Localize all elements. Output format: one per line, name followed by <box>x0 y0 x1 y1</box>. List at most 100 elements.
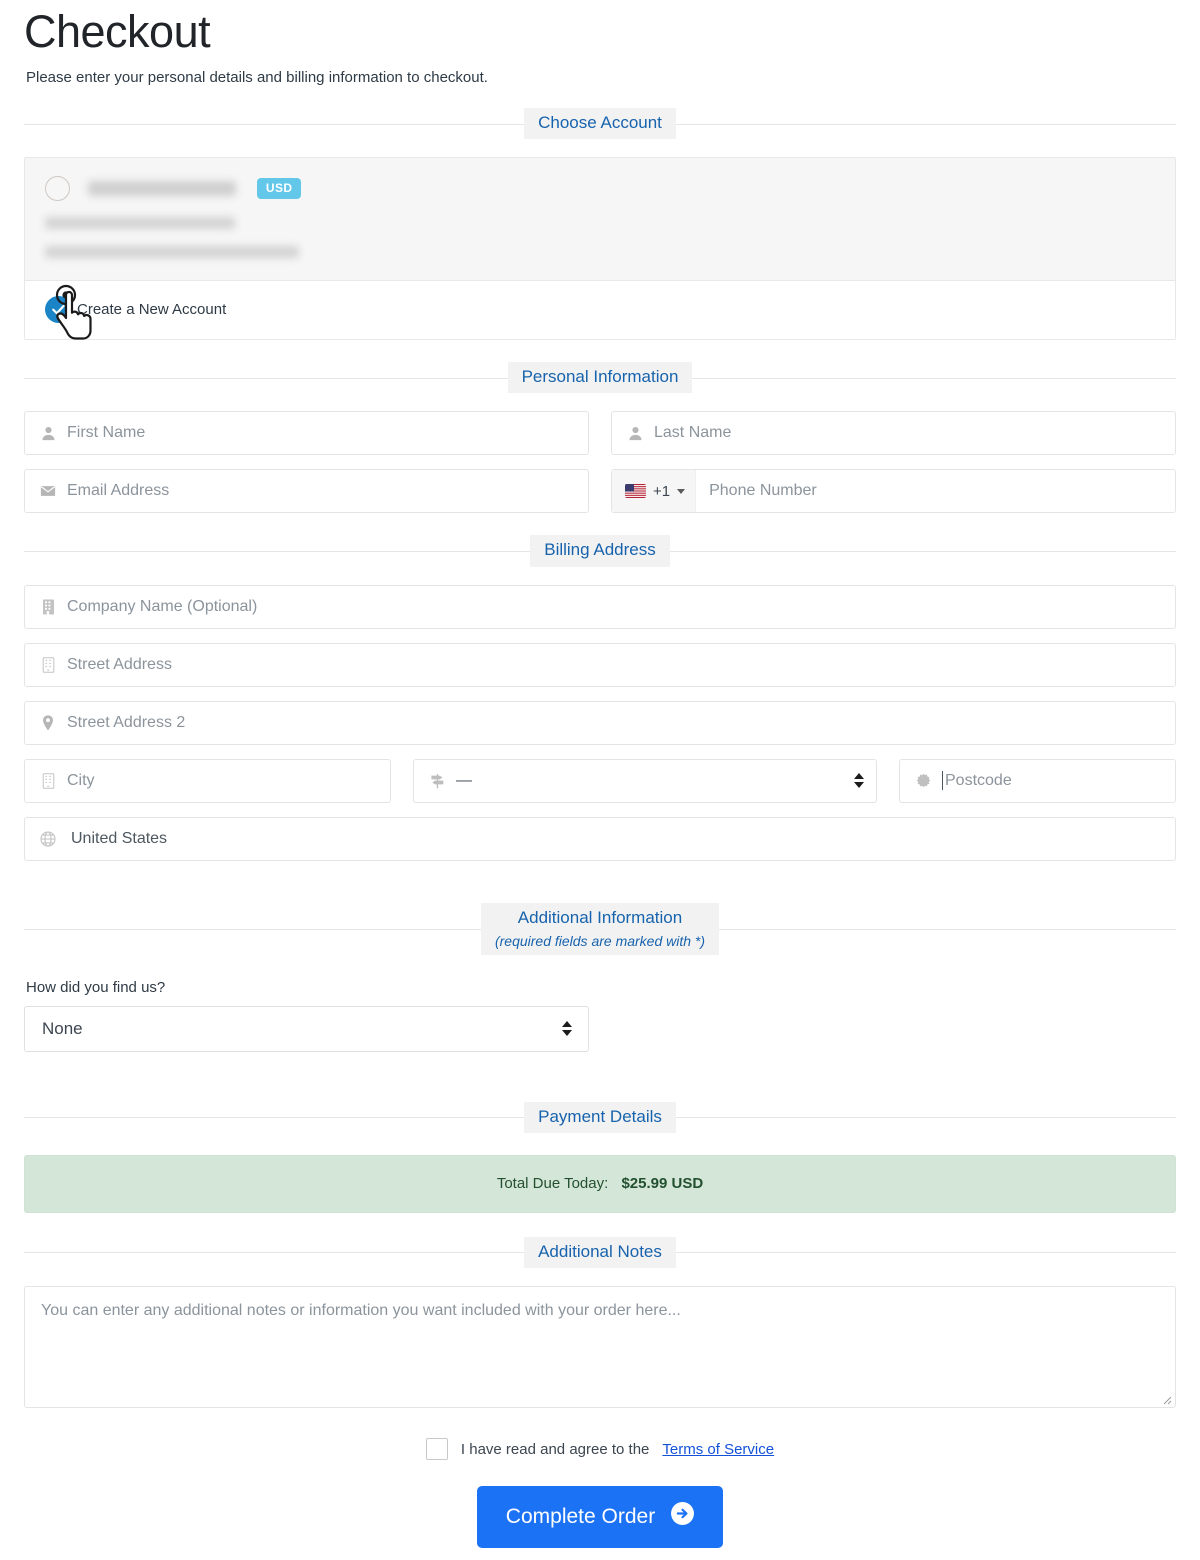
last-name-field[interactable]: Last Name <box>611 411 1176 456</box>
state-col: — <box>413 758 877 803</box>
section-label: Additional Notes <box>524 1236 676 1268</box>
postcode-placeholder: Postcode <box>945 771 1012 789</box>
email-placeholder: Email Address <box>67 482 170 500</box>
state-value: — <box>456 771 472 789</box>
submit-row: Complete Order <box>24 1486 1176 1548</box>
check-icon <box>52 305 65 315</box>
user-icon <box>624 426 646 441</box>
total-due-label: Total Due Today: <box>496 1174 609 1192</box>
existing-account-line-1-redacted <box>45 217 235 230</box>
name-row: First Name Last Name <box>24 411 1176 456</box>
city-col: City <box>24 758 391 803</box>
street2-col: Street Address 2 <box>24 700 1176 745</box>
country-field[interactable]: United States <box>24 816 1176 861</box>
city-field[interactable]: City <box>24 758 391 803</box>
building-icon <box>37 772 59 789</box>
street-address-2-field[interactable]: Street Address 2 <box>24 700 1176 745</box>
select-arrows-icon <box>562 1021 572 1037</box>
section-header-choose-account: Choose Account <box>24 108 1176 140</box>
email-col: Email Address <box>24 469 589 514</box>
how-did-you-find-us-label: How did you find us? <box>26 978 166 996</box>
country-value: United States <box>71 829 168 847</box>
page-title: Checkout <box>24 6 211 57</box>
phone-col: +1 Phone Number <box>611 469 1176 514</box>
first-name-placeholder: First Name <box>67 424 146 442</box>
user-icon <box>37 426 59 441</box>
street-address-field[interactable]: Street Address <box>24 642 1176 687</box>
account-chooser: USD Create a New Account <box>24 157 1176 341</box>
required-fields-note: (required fields are marked with *) <box>494 932 706 949</box>
how-did-you-find-us-value: None <box>42 1018 83 1038</box>
additional-notes-placeholder: You can enter any additional notes or in… <box>41 1302 681 1319</box>
checkout-page: Checkout Please enter your personal deta… <box>0 0 1200 1548</box>
section-label: Additional Information (required fields … <box>480 902 720 955</box>
signpost-icon <box>426 773 448 789</box>
globe-icon <box>37 830 59 847</box>
last-name-col: Last Name <box>611 411 1176 456</box>
state-select[interactable]: — <box>413 758 877 803</box>
company-name-field[interactable]: Company Name (Optional) <box>24 584 1176 629</box>
create-new-account-option[interactable]: Create a New Account <box>25 281 1175 340</box>
section-header-additional-notes: Additional Notes <box>24 1236 1176 1268</box>
currency-badge: USD <box>256 178 302 200</box>
arrow-circle-right-icon <box>670 1501 695 1532</box>
country-row: United States <box>24 816 1176 861</box>
last-name-placeholder: Last Name <box>654 424 732 442</box>
existing-account-name-redacted <box>88 181 237 197</box>
section-header-billing-address: Billing Address <box>24 535 1176 567</box>
phone-dial-code: +1 <box>653 482 671 500</box>
company-col: Company Name (Optional) <box>24 584 1176 629</box>
phone-country-selector[interactable]: +1 <box>612 470 697 513</box>
street-address-2-placeholder: Street Address 2 <box>67 713 186 731</box>
section-header-payment-details: Payment Details <box>24 1101 1176 1133</box>
city-state-postcode-row: City — Postcode <box>24 758 1176 803</box>
building-icon <box>37 599 59 615</box>
postcode-field[interactable]: Postcode <box>899 758 1176 803</box>
resize-handle[interactable] <box>1160 1392 1172 1405</box>
total-due-banner: Total Due Today: $25.99 USD <box>24 1154 1176 1213</box>
terms-text: I have read and agree to the <box>460 1440 650 1458</box>
phone-field[interactable]: +1 Phone Number <box>611 469 1176 514</box>
postcode-col: Postcode <box>899 758 1176 803</box>
additional-notes-textarea[interactable]: You can enter any additional notes or in… <box>24 1286 1176 1408</box>
existing-account-option[interactable]: USD <box>25 158 1175 282</box>
city-placeholder: City <box>67 771 95 789</box>
starburst-icon <box>912 773 934 788</box>
text-cursor <box>942 771 943 791</box>
street1-col: Street Address <box>24 642 1176 687</box>
company-name-placeholder: Company Name (Optional) <box>67 597 258 615</box>
company-row: Company Name (Optional) <box>24 584 1176 629</box>
create-new-account-label: Create a New Account <box>77 301 227 319</box>
page-subtitle: Please enter your personal details and b… <box>26 69 488 87</box>
create-new-account-radio-checked[interactable] <box>45 296 72 324</box>
section-header-personal-information: Personal Information <box>24 362 1176 394</box>
section-label-text: Additional Information <box>517 907 683 927</box>
section-label: Billing Address <box>530 535 670 567</box>
existing-account-line-2-redacted <box>45 246 299 259</box>
country-col: United States <box>24 816 1176 861</box>
street-address-placeholder: Street Address <box>67 655 172 673</box>
terms-agreement-row: I have read and agree to the Terms of Se… <box>24 1438 1176 1460</box>
complete-order-label: Complete Order <box>505 1504 656 1528</box>
terms-of-service-link[interactable]: Terms of Service <box>662 1441 774 1458</box>
first-name-field[interactable]: First Name <box>24 411 589 456</box>
section-label: Choose Account <box>524 108 676 140</box>
phone-placeholder: Phone Number <box>709 482 817 500</box>
building-icon <box>37 656 59 673</box>
section-label: Payment Details <box>524 1101 676 1133</box>
street2-row: Street Address 2 <box>24 700 1176 745</box>
select-arrows-icon <box>854 773 864 789</box>
complete-order-button[interactable]: Complete Order <box>476 1486 724 1548</box>
section-label: Personal Information <box>507 362 693 394</box>
contact-row: Email Address +1 Phone Number <box>24 469 1176 514</box>
chevron-down-icon <box>677 488 686 494</box>
how-did-you-find-us-select[interactable]: None <box>24 1005 589 1052</box>
email-field[interactable]: Email Address <box>24 469 589 514</box>
us-flag-icon <box>625 484 646 499</box>
existing-account-radio[interactable] <box>45 176 70 202</box>
first-name-col: First Name <box>24 411 589 456</box>
total-due-amount: $25.99 USD <box>621 1174 704 1192</box>
envelope-icon <box>37 485 59 497</box>
terms-checkbox[interactable] <box>425 1438 448 1460</box>
map-pin-icon <box>37 714 59 731</box>
